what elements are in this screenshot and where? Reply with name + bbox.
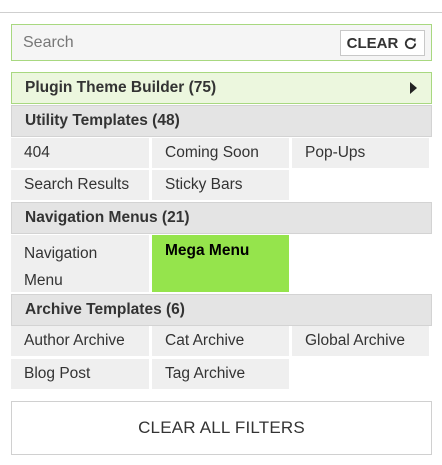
filter-item-label: Sticky Bars — [165, 176, 243, 193]
filter-item-search-results[interactable]: Search Results — [11, 170, 149, 200]
filter-item-global-archive[interactable]: Global Archive — [292, 326, 429, 356]
filter-item-mega-menu[interactable]: Mega Menu — [152, 235, 289, 292]
filter-item-404[interactable]: 404 — [11, 138, 149, 168]
filter-item-pop-ups[interactable]: Pop-Ups — [292, 138, 429, 168]
refresh-icon — [405, 37, 417, 49]
clear-search-button[interactable]: CLEAR — [340, 30, 425, 56]
group-label: Archive Templates (6) — [25, 301, 185, 318]
filter-item-label: Search Results — [24, 176, 130, 193]
filter-item-label: Global Archive — [305, 332, 405, 349]
clear-all-label: CLEAR ALL FILTERS — [138, 418, 305, 437]
group-header-navigation-menus[interactable]: Navigation Menus (21) — [11, 202, 432, 234]
group-header-utility-templates[interactable]: Utility Templates (48) — [11, 105, 432, 137]
filter-item-coming-soon[interactable]: Coming Soon — [152, 138, 289, 168]
search-input[interactable] — [12, 25, 332, 60]
filter-item-tag-archive[interactable]: Tag Archive — [152, 359, 289, 389]
filter-item-label: Blog Post — [24, 365, 91, 382]
filter-item-cat-archive[interactable]: Cat Archive — [152, 326, 289, 356]
filter-item-label: Navigation Menu — [24, 245, 98, 289]
filter-item-label: Tag Archive — [165, 365, 246, 382]
group-header-plugin-theme-builder[interactable]: Plugin Theme Builder (75) — [11, 72, 432, 104]
caret-right-icon — [410, 82, 417, 94]
search-bar: CLEAR — [11, 24, 432, 61]
filter-item-label: Coming Soon — [165, 144, 259, 161]
filter-item-author-archive[interactable]: Author Archive — [11, 326, 149, 356]
group-label: Navigation Menus (21) — [25, 209, 190, 226]
group-header-archive-templates[interactable]: Archive Templates (6) — [11, 294, 432, 326]
group-label: Utility Templates (48) — [25, 112, 180, 129]
filter-item-label: Mega Menu — [165, 242, 250, 259]
clear-all-filters-button[interactable]: CLEAR ALL FILTERS — [11, 401, 432, 455]
filter-item-sticky-bars[interactable]: Sticky Bars — [152, 170, 289, 200]
group-label: Plugin Theme Builder (75) — [25, 79, 217, 96]
filter-item-label: Pop-Ups — [305, 144, 366, 161]
filter-item-label: 404 — [24, 144, 50, 161]
filter-item-label: Author Archive — [24, 332, 125, 349]
clear-button-label: CLEAR — [346, 34, 399, 52]
top-divider — [0, 12, 442, 13]
filter-item-label: Cat Archive — [165, 332, 245, 349]
filter-item-navigation-menu[interactable]: Navigation Menu — [11, 235, 149, 292]
filter-item-blog-post[interactable]: Blog Post — [11, 359, 149, 389]
